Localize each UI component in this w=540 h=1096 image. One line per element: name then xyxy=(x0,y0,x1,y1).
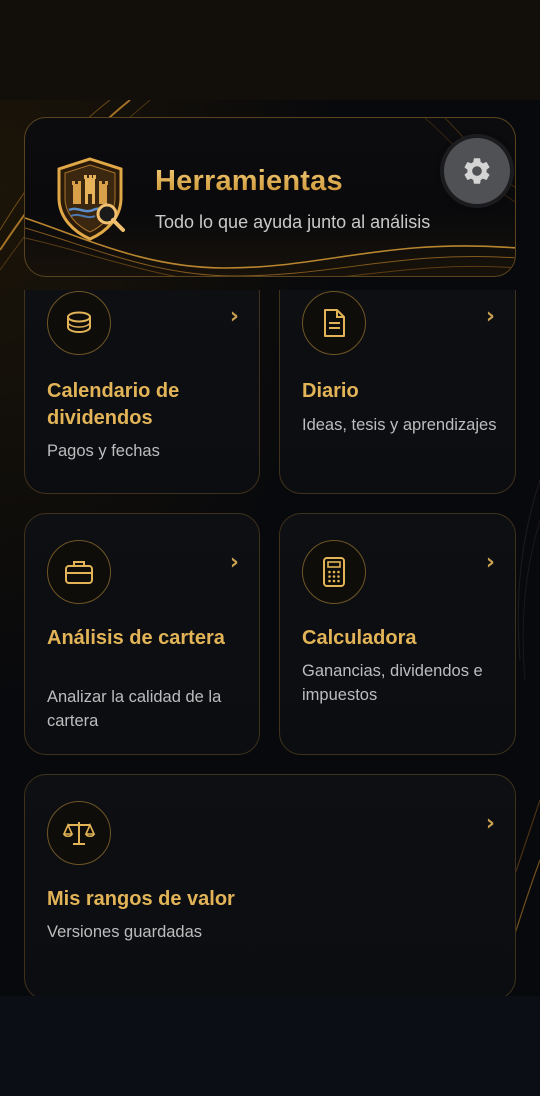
scale-icon xyxy=(62,822,96,845)
chevron-right-icon: › xyxy=(485,304,495,329)
briefcase-icon xyxy=(65,561,93,584)
document-icon-circle xyxy=(302,291,366,355)
chevron-right-icon: › xyxy=(485,550,495,575)
chevron-right-icon: › xyxy=(229,304,239,329)
tool-description: Ganancias, dividendos e impuestos xyxy=(302,662,483,704)
coins-icon-circle xyxy=(47,291,111,355)
tool-title: Mis rangos de valor xyxy=(47,888,235,910)
tool-card-journal[interactable]: › Diario Ideas, tesis y aprendizajes xyxy=(279,290,516,494)
scale-icon-circle xyxy=(47,801,111,865)
tool-description: Analizar la calidad de la cartera xyxy=(47,688,222,730)
tool-description: Pagos y fechas xyxy=(47,442,160,460)
settings-button[interactable] xyxy=(444,138,510,204)
chevron-right-icon: › xyxy=(229,550,239,575)
chevron-right-icon: › xyxy=(485,811,495,836)
castle-shield-magnifier-icon xyxy=(57,157,125,241)
document-icon xyxy=(324,309,345,337)
tool-card-calculator[interactable]: › Calculadora Ganancias, dividendos e im… xyxy=(279,513,516,755)
page-subtitle: Todo lo que ayuda junto al análisis xyxy=(155,212,431,232)
tool-description: Ideas, tesis y aprendizajes xyxy=(302,416,497,434)
tool-description: Versiones guardadas xyxy=(47,923,203,941)
tool-title: Análisis de cartera xyxy=(47,627,225,649)
tool-title: Calculadora xyxy=(302,627,417,649)
tool-card-portfolio-analysis[interactable]: › Análisis de cartera Analizar la calida… xyxy=(24,513,260,755)
calculator-icon-circle xyxy=(302,540,366,604)
briefcase-icon-circle xyxy=(47,540,111,604)
header-card: Herramientas Todo lo que ayuda junto al … xyxy=(24,117,516,277)
tools-screen: Herramientas Todo lo que ayuda junto al … xyxy=(0,100,540,996)
navigation-bar-area xyxy=(0,996,540,1096)
tool-card-dividend-calendar[interactable]: › Calendario de dividendos Pagos y fecha… xyxy=(24,290,260,494)
tool-title: Diario xyxy=(302,380,359,402)
header-separator xyxy=(0,277,540,289)
coins-icon xyxy=(67,311,91,334)
page-title: Herramientas xyxy=(155,165,343,197)
top-status-area xyxy=(0,0,540,100)
tool-card-value-ranges[interactable]: › Mis rangos de valor Versiones guardada… xyxy=(24,774,516,996)
tool-title: Calendario de dividendos xyxy=(47,380,180,429)
gear-icon xyxy=(464,158,490,184)
calculator-icon xyxy=(323,557,345,587)
